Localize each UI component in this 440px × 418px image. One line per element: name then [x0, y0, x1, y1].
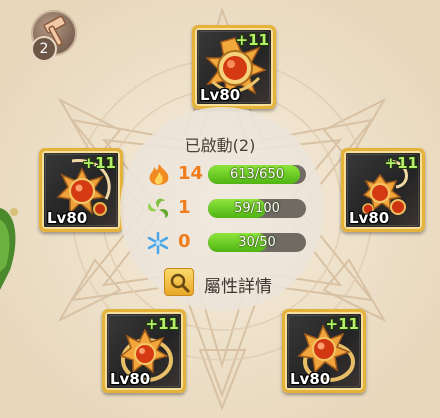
activated-count-title: 已啟動(2) — [184, 136, 256, 155]
item-level-label: Lv80 — [290, 370, 331, 388]
item-level-label: Lv80 — [349, 209, 390, 227]
fire-progress-text: 613/650 — [229, 167, 284, 182]
equipment-screen: 2 +11 Lv80 +11 Lv80 +11 Lv80 +11 Lv80 +1… — [0, 0, 440, 418]
green-vine-decoration — [0, 208, 18, 290]
snowflake-icon — [147, 231, 169, 255]
wind-progress-text: 59/100 — [234, 201, 280, 216]
equipment-slot-bottom-right[interactable]: +11 Lv80 — [282, 309, 366, 393]
equipment-slot-right[interactable]: +11 Lv80 — [341, 148, 425, 232]
wind-progress-bar: 59/100 — [208, 199, 306, 218]
ice-progress-bar: 30/50 — [208, 233, 306, 252]
enhance-level-label: +11 — [325, 315, 359, 333]
wind-icon — [147, 198, 169, 218]
equipment-slot-top[interactable]: +11 Lv80 — [192, 25, 276, 109]
item-level-label: Lv80 — [47, 209, 88, 227]
item-level-label: Lv80 — [110, 370, 151, 388]
enhance-level-label: +11 — [235, 31, 269, 49]
forge-button[interactable]: 2 — [31, 10, 77, 62]
fire-icon — [149, 164, 169, 185]
equipment-slot-bottom-left[interactable]: +11 Lv80 — [102, 309, 186, 393]
fire-level: 14 — [178, 163, 204, 184]
wind-level: 1 — [178, 197, 191, 218]
enhance-level-label: +11 — [82, 154, 116, 172]
enhance-level-label: +11 — [145, 315, 179, 333]
forge-count-badge: 2 — [31, 36, 57, 62]
attribute-details-label: 屬性詳情 — [204, 277, 272, 297]
enhance-level-label: +11 — [384, 154, 418, 172]
search-icon — [170, 273, 190, 293]
fire-progress-bar: 613/650 — [208, 165, 306, 184]
ice-progress-text: 30/50 — [238, 235, 276, 250]
equipment-slot-left[interactable]: +11 Lv80 — [39, 148, 123, 232]
search-icon-box — [164, 268, 194, 296]
item-level-label: Lv80 — [200, 86, 241, 104]
ice-level: 0 — [178, 231, 191, 252]
